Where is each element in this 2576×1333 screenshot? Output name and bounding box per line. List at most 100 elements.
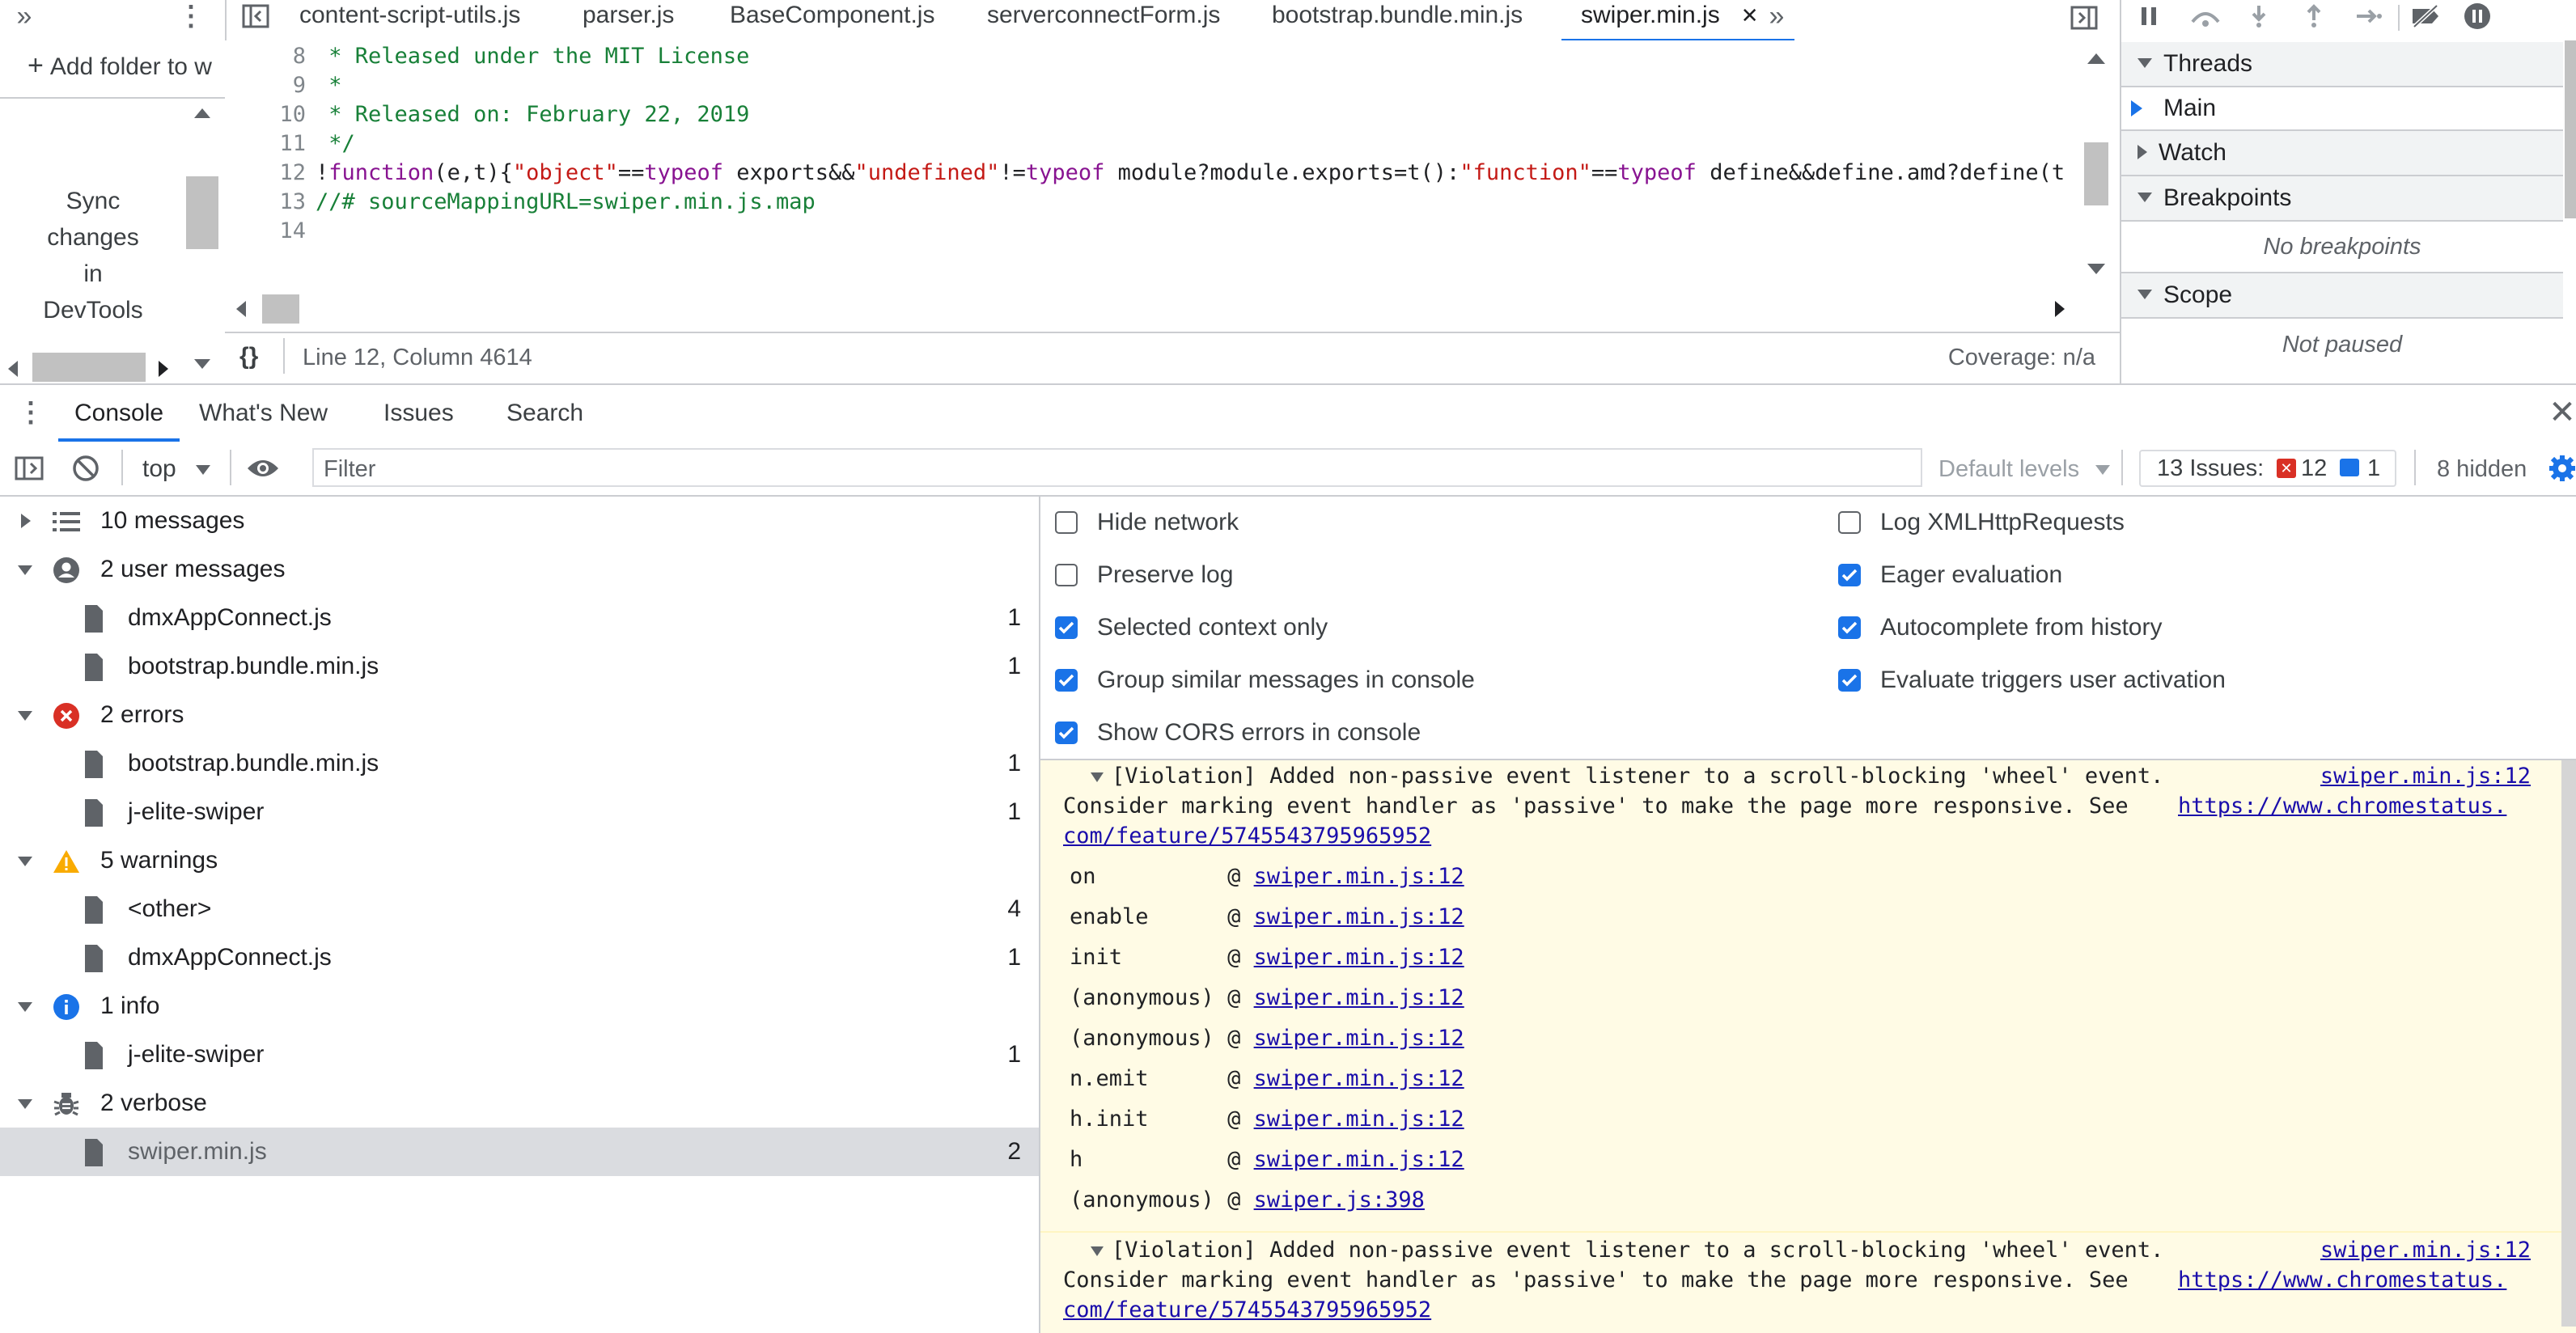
scroll-right-icon[interactable]: [2055, 301, 2065, 317]
pause-on-exceptions-icon[interactable]: [2461, 0, 2493, 32]
collapse-arrow-icon[interactable]: [21, 514, 31, 528]
source-link[interactable]: swiper.min.js:12: [2320, 764, 2531, 789]
checkbox-unchecked-icon[interactable]: [1055, 564, 1078, 586]
checkbox-unchecked-icon[interactable]: [1838, 511, 1861, 534]
expand-arrow-icon[interactable]: [18, 565, 32, 575]
tab-issues[interactable]: Issues: [383, 385, 454, 442]
setting-evaluate-triggers-user-activation[interactable]: Evaluate triggers user activation: [1838, 656, 2226, 705]
close-tab-icon[interactable]: ✕: [1741, 3, 1759, 28]
sidebar-group[interactable]: 2 user messages: [0, 545, 1039, 594]
deactivate-breakpoints-icon[interactable]: [2408, 0, 2443, 32]
stack-source-link[interactable]: swiper.min.js:12: [1254, 1066, 1464, 1091]
scroll-thumb[interactable]: [2084, 142, 2108, 205]
more-tabs-left-icon[interactable]: »: [8, 0, 40, 32]
tab-content-script-utils-js[interactable]: content-script-utils.js: [299, 0, 520, 40]
tab-console[interactable]: Console: [58, 385, 180, 442]
checkbox-checked-icon[interactable]: [1838, 616, 1861, 639]
console-message[interactable]: [Violation] Added non-passive event list…: [1040, 1238, 2553, 1328]
stack-source-link[interactable]: swiper.js:398: [1254, 1187, 1425, 1212]
console-settings-gear-icon[interactable]: [2548, 453, 2576, 484]
navigator-vscrollbar[interactable]: [186, 104, 218, 379]
thread-main[interactable]: Main: [2121, 87, 2563, 131]
expand-arrow-icon[interactable]: [1091, 772, 1104, 782]
setting-show-cors-errors-in-console[interactable]: Show CORS errors in console: [1055, 709, 1421, 757]
checkbox-unchecked-icon[interactable]: [1055, 511, 1078, 534]
tab-serverconnectform-js[interactable]: serverconnectForm.js: [987, 0, 1220, 40]
code-editor[interactable]: 8 9 10 11 12 13 14 * Released under the MIT Li…: [225, 40, 2120, 332]
scroll-down-icon[interactable]: [2087, 264, 2105, 274]
chromestatus-link[interactable]: com/feature/5745543795965952: [1063, 823, 1431, 848]
editor-hscrollbar[interactable]: [225, 291, 2086, 327]
pause-icon[interactable]: [2133, 0, 2165, 32]
line-number[interactable]: 8: [233, 44, 306, 69]
setting-preserve-log[interactable]: Preserve log: [1055, 551, 1233, 599]
stack-source-link[interactable]: swiper.min.js:12: [1254, 904, 1464, 929]
stack-source-link[interactable]: swiper.min.js:12: [1254, 945, 1464, 970]
scroll-thumb[interactable]: [2561, 760, 2576, 1327]
scroll-thumb[interactable]: [186, 176, 218, 249]
scroll-thumb[interactable]: [32, 353, 146, 382]
more-menu-icon[interactable]: ⋮: [175, 0, 207, 32]
console-message[interactable]: [Violation] Added non-passive event list…: [1040, 764, 2553, 1231]
step-into-icon[interactable]: [2243, 0, 2275, 32]
step-out-icon[interactable]: [2298, 0, 2330, 32]
more-tabs-right-icon[interactable]: »: [1760, 0, 1793, 32]
scroll-right-icon[interactable]: [159, 361, 168, 377]
navigator-hscrollbar[interactable]: [0, 348, 186, 383]
sidebar-item[interactable]: dmxAppConnect.js 1: [0, 594, 1039, 642]
live-expression-eye-icon[interactable]: [244, 453, 282, 484]
setting-hide-network[interactable]: Hide network: [1055, 498, 1239, 547]
chromestatus-link[interactable]: com/feature/5745543795965952: [1063, 1297, 1431, 1322]
line-number[interactable]: 10: [233, 102, 306, 127]
scroll-up-icon[interactable]: [2087, 53, 2105, 64]
toggle-debugger-icon[interactable]: [2068, 3, 2100, 32]
context-selector[interactable]: top: [142, 453, 211, 485]
sidebar-item[interactable]: swiper.min.js 2: [0, 1128, 1039, 1176]
tab-search[interactable]: Search: [506, 385, 583, 442]
chromestatus-link[interactable]: https://www.chromestatus.: [2178, 793, 2506, 819]
setting-eager-evaluation[interactable]: Eager evaluation: [1838, 551, 2062, 599]
expand-arrow-icon[interactable]: [18, 711, 32, 721]
sidebar-group[interactable]: 5 warnings: [0, 836, 1039, 885]
code-line[interactable]: //# sourceMappingURL=swiper.min.js.map: [316, 189, 816, 214]
scroll-thumb[interactable]: [2565, 40, 2576, 218]
sidebar-item[interactable]: j-elite-swiper 1: [0, 788, 1039, 836]
sidebar-item[interactable]: bootstrap.bundle.min.js 1: [0, 642, 1039, 691]
stack-source-link[interactable]: swiper.min.js:12: [1254, 1147, 1464, 1172]
editor-vscrollbar[interactable]: [2084, 40, 2108, 291]
scroll-thumb[interactable]: [262, 294, 299, 324]
sidebar-item[interactable]: dmxAppConnect.js 1: [0, 933, 1039, 982]
code-line[interactable]: * Released on: February 22, 2019: [316, 102, 749, 127]
scroll-up-icon[interactable]: [194, 108, 210, 118]
line-number[interactable]: 13: [233, 189, 306, 214]
step-icon[interactable]: [2353, 0, 2385, 32]
watch-section-header[interactable]: Watch: [2121, 131, 2563, 176]
breakpoints-section-header[interactable]: Breakpoints: [2121, 176, 2563, 222]
coverage-status[interactable]: Coverage: n/a: [1948, 345, 2095, 371]
setting-group-similar-messages-in-console[interactable]: Group similar messages in console: [1055, 656, 1475, 705]
tab-swiper-min-js[interactable]: swiper.min.js ✕: [1561, 0, 1794, 42]
checkbox-checked-icon[interactable]: [1055, 722, 1078, 744]
stack-source-link[interactable]: swiper.min.js:12: [1254, 1026, 1464, 1051]
scroll-down-icon[interactable]: [194, 359, 210, 369]
tab-whats-new[interactable]: What's New: [199, 385, 328, 442]
code-line[interactable]: * Released under the MIT License: [316, 44, 749, 69]
close-drawer-icon[interactable]: ✕: [2548, 395, 2576, 430]
checkbox-checked-icon[interactable]: [1838, 564, 1861, 586]
expand-arrow-icon[interactable]: [18, 1099, 32, 1109]
issues-counter-button[interactable]: 13 Issues: ✕ 12 1: [2139, 450, 2396, 487]
checkbox-checked-icon[interactable]: [1055, 669, 1078, 692]
code-line[interactable]: !function(e,t){"object"==typeof exports&…: [316, 160, 2065, 185]
expand-arrow-icon[interactable]: [1091, 1246, 1104, 1256]
sidebar-item[interactable]: bootstrap.bundle.min.js 1: [0, 739, 1039, 788]
pretty-print-icon[interactable]: {}: [239, 343, 258, 370]
clear-console-icon[interactable]: [70, 453, 102, 484]
checkbox-checked-icon[interactable]: [1838, 669, 1861, 692]
expand-arrow-icon[interactable]: [18, 1002, 32, 1012]
toggle-navigator-icon[interactable]: [239, 2, 272, 31]
line-number[interactable]: 11: [233, 131, 306, 156]
stack-source-link[interactable]: swiper.min.js:12: [1254, 1107, 1464, 1132]
toggle-sidebar-icon[interactable]: [13, 453, 45, 484]
threads-section-header[interactable]: Threads: [2121, 42, 2563, 87]
stack-source-link[interactable]: swiper.min.js:12: [1254, 985, 1464, 1010]
